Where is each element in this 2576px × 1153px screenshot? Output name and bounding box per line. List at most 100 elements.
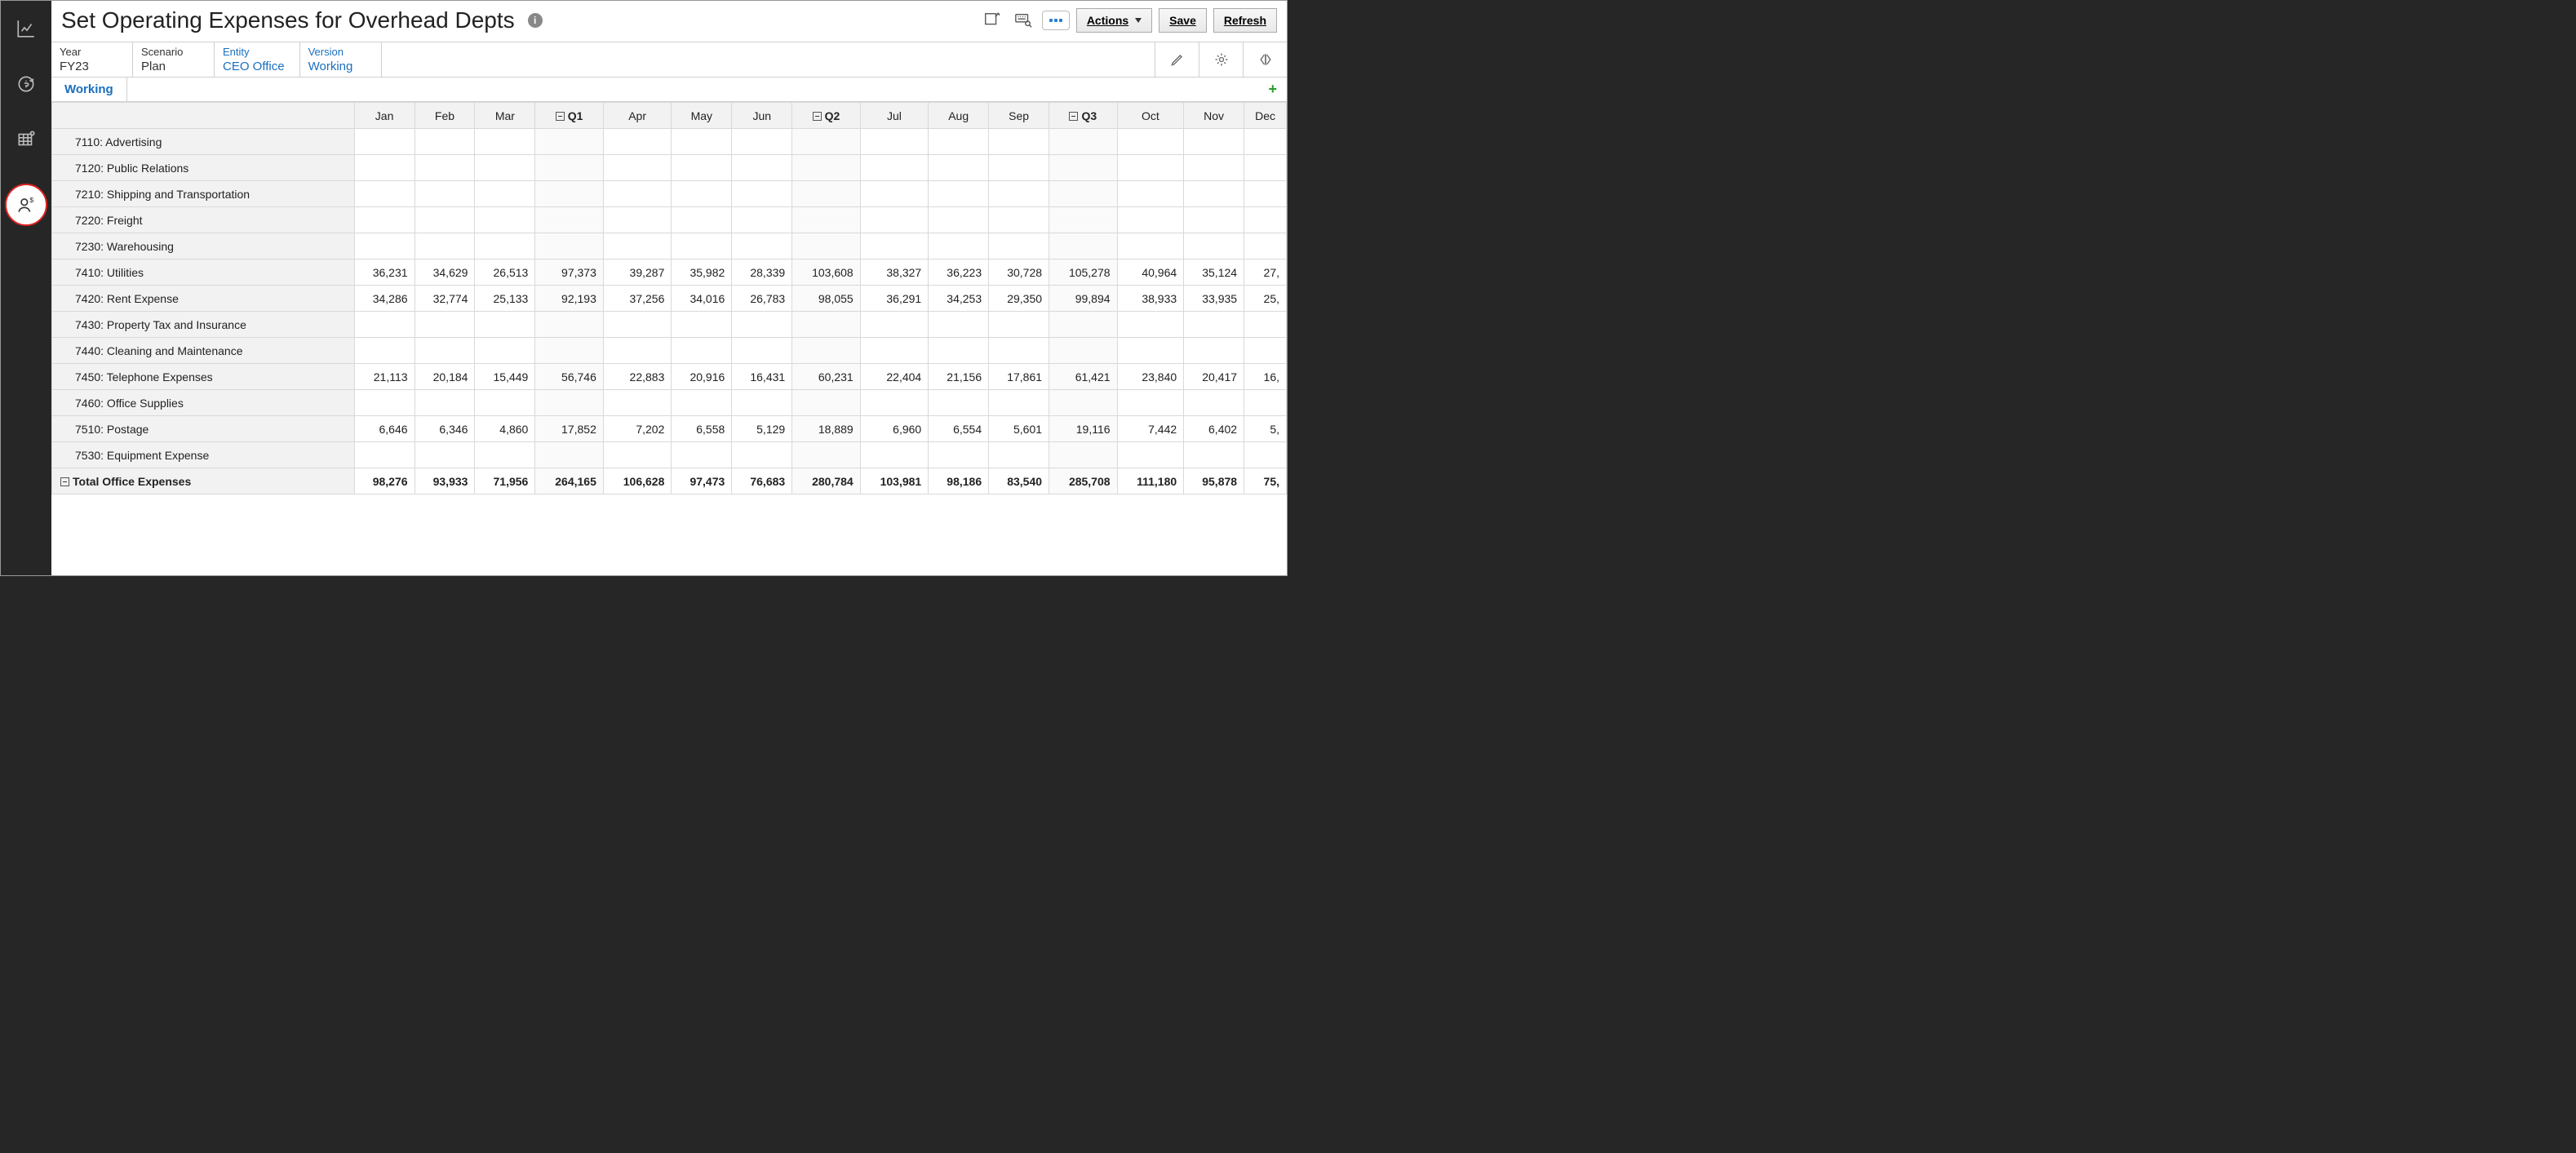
data-cell[interactable]: 7,442 bbox=[1117, 416, 1184, 442]
collapse-icon[interactable] bbox=[60, 477, 69, 486]
col-sep[interactable]: Sep bbox=[989, 103, 1049, 129]
data-cell[interactable] bbox=[860, 181, 929, 207]
data-cell[interactable] bbox=[475, 129, 535, 155]
data-cell[interactable]: 23,840 bbox=[1117, 364, 1184, 390]
data-cell[interactable] bbox=[1117, 442, 1184, 468]
col-may[interactable]: May bbox=[672, 103, 732, 129]
data-cell[interactable] bbox=[354, 390, 415, 416]
row-header[interactable]: 7410: Utilities bbox=[52, 259, 355, 286]
data-cell[interactable]: 95,878 bbox=[1184, 468, 1244, 494]
data-cell[interactable]: 97,473 bbox=[672, 468, 732, 494]
data-cell[interactable]: 34,629 bbox=[415, 259, 475, 286]
data-cell[interactable]: 264,165 bbox=[535, 468, 604, 494]
data-cell[interactable] bbox=[792, 207, 861, 233]
data-cell[interactable] bbox=[1184, 338, 1244, 364]
data-cell[interactable]: 5, bbox=[1244, 416, 1287, 442]
data-cell[interactable] bbox=[1049, 233, 1118, 259]
data-cell[interactable]: 4,860 bbox=[475, 416, 535, 442]
data-cell[interactable] bbox=[792, 442, 861, 468]
data-cell[interactable] bbox=[475, 207, 535, 233]
actions-button[interactable]: Actions bbox=[1076, 8, 1152, 33]
col-feb[interactable]: Feb bbox=[415, 103, 475, 129]
data-cell[interactable] bbox=[475, 390, 535, 416]
data-cell[interactable]: 36,231 bbox=[354, 259, 415, 286]
data-cell[interactable] bbox=[603, 129, 672, 155]
pov-expand-icon[interactable] bbox=[1243, 42, 1287, 77]
row-header[interactable]: 7440: Cleaning and Maintenance bbox=[52, 338, 355, 364]
data-cell[interactable] bbox=[792, 312, 861, 338]
data-cell[interactable] bbox=[860, 155, 929, 181]
data-cell[interactable] bbox=[415, 390, 475, 416]
data-cell[interactable]: 75, bbox=[1244, 468, 1287, 494]
data-cell[interactable]: 33,935 bbox=[1184, 286, 1244, 312]
data-cell[interactable] bbox=[732, 233, 792, 259]
data-cell[interactable]: 20,417 bbox=[1184, 364, 1244, 390]
data-cell[interactable] bbox=[860, 442, 929, 468]
data-cell[interactable] bbox=[1244, 129, 1287, 155]
data-cell[interactable] bbox=[929, 207, 989, 233]
data-cell[interactable]: 15,449 bbox=[475, 364, 535, 390]
data-cell[interactable]: 6,554 bbox=[929, 416, 989, 442]
row-header[interactable]: 7530: Equipment Expense bbox=[52, 442, 355, 468]
data-cell[interactable] bbox=[929, 312, 989, 338]
currency-refresh-icon[interactable] bbox=[15, 73, 38, 95]
data-cell[interactable] bbox=[1049, 312, 1118, 338]
data-cell[interactable]: 39,287 bbox=[603, 259, 672, 286]
row-header[interactable]: 7430: Property Tax and Insurance bbox=[52, 312, 355, 338]
col-apr[interactable]: Apr bbox=[603, 103, 672, 129]
data-cell[interactable]: 20,916 bbox=[672, 364, 732, 390]
data-cell[interactable]: 19,116 bbox=[1049, 416, 1118, 442]
data-cell[interactable]: 6,646 bbox=[354, 416, 415, 442]
charts-icon[interactable] bbox=[15, 17, 38, 40]
data-cell[interactable]: 40,964 bbox=[1117, 259, 1184, 286]
data-cell[interactable] bbox=[535, 129, 604, 155]
edit-form-icon[interactable] bbox=[980, 9, 1004, 32]
data-cell[interactable] bbox=[672, 155, 732, 181]
data-cell[interactable] bbox=[989, 129, 1049, 155]
col-jan[interactable]: Jan bbox=[354, 103, 415, 129]
data-cell[interactable] bbox=[1184, 129, 1244, 155]
data-cell[interactable] bbox=[1049, 442, 1118, 468]
data-cell[interactable] bbox=[989, 207, 1049, 233]
data-cell[interactable] bbox=[475, 338, 535, 364]
row-header[interactable]: 7120: Public Relations bbox=[52, 155, 355, 181]
row-header[interactable]: 7510: Postage bbox=[52, 416, 355, 442]
data-cell[interactable]: 35,124 bbox=[1184, 259, 1244, 286]
data-cell[interactable] bbox=[989, 233, 1049, 259]
data-cell[interactable] bbox=[989, 390, 1049, 416]
data-cell[interactable]: 27, bbox=[1244, 259, 1287, 286]
data-cell[interactable] bbox=[415, 129, 475, 155]
data-cell[interactable]: 71,956 bbox=[475, 468, 535, 494]
data-cell[interactable] bbox=[1244, 442, 1287, 468]
data-cell[interactable] bbox=[989, 181, 1049, 207]
data-cell[interactable] bbox=[1049, 181, 1118, 207]
col-dec[interactable]: Dec bbox=[1244, 103, 1287, 129]
data-cell[interactable] bbox=[603, 312, 672, 338]
data-cell[interactable] bbox=[860, 129, 929, 155]
data-cell[interactable] bbox=[860, 207, 929, 233]
collapse-icon[interactable] bbox=[813, 112, 822, 121]
data-cell[interactable] bbox=[672, 129, 732, 155]
data-cell[interactable] bbox=[792, 233, 861, 259]
data-cell[interactable] bbox=[475, 181, 535, 207]
pov-settings-icon[interactable] bbox=[1199, 42, 1243, 77]
data-cell[interactable] bbox=[732, 312, 792, 338]
data-cell[interactable] bbox=[1049, 338, 1118, 364]
add-tab-icon[interactable]: + bbox=[1263, 81, 1282, 98]
col-jul[interactable]: Jul bbox=[860, 103, 929, 129]
data-cell[interactable] bbox=[1117, 129, 1184, 155]
data-cell[interactable] bbox=[1244, 155, 1287, 181]
data-cell[interactable]: 21,113 bbox=[354, 364, 415, 390]
data-cell[interactable]: 36,291 bbox=[860, 286, 929, 312]
data-cell[interactable] bbox=[475, 233, 535, 259]
data-cell[interactable]: 16,431 bbox=[732, 364, 792, 390]
data-cell[interactable] bbox=[929, 390, 989, 416]
pov-version[interactable]: Version Working bbox=[300, 42, 382, 77]
data-cell[interactable] bbox=[1117, 390, 1184, 416]
pov-scenario[interactable]: Scenario Plan bbox=[133, 42, 215, 77]
data-cell[interactable]: 6,346 bbox=[415, 416, 475, 442]
data-cell[interactable] bbox=[535, 390, 604, 416]
data-cell[interactable] bbox=[1049, 155, 1118, 181]
data-cell[interactable]: 21,156 bbox=[929, 364, 989, 390]
data-cell[interactable] bbox=[732, 155, 792, 181]
